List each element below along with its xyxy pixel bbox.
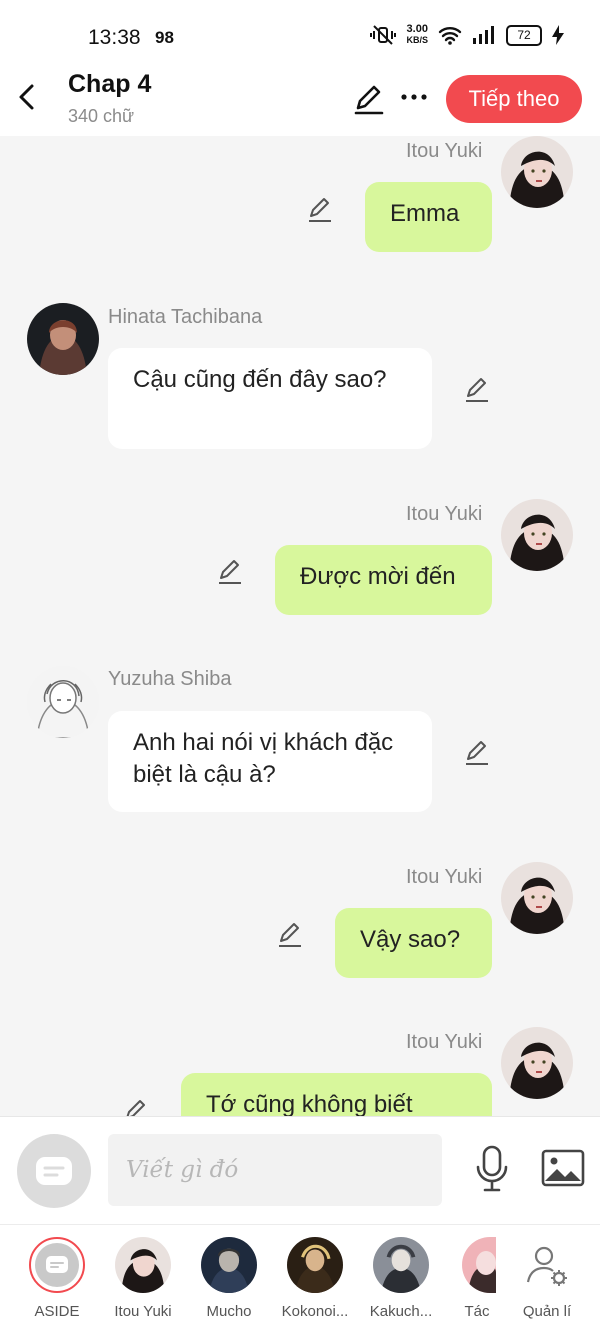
speaker-name: Hinata Tachibana <box>108 306 263 328</box>
image-icon[interactable] <box>541 1149 585 1187</box>
status-icons: 3.00 KB/S 72 <box>370 24 564 46</box>
edit-pen-icon[interactable] <box>276 921 304 949</box>
network-speed-unit: KB/S <box>406 35 428 45</box>
avatar <box>201 1237 257 1293</box>
tab-tac[interactable]: Tác <box>444 1237 510 1320</box>
message-bubble[interactable]: Anh hai nói vị khách đặc biệt là cậu à? <box>108 711 432 812</box>
chat-bubble-icon <box>36 1157 72 1185</box>
avatar-yuzuha-shiba[interactable] <box>27 666 99 738</box>
tab-kakucho[interactable]: Kakuch... <box>358 1237 444 1320</box>
tab-mucho[interactable]: Mucho <box>186 1237 272 1320</box>
message-composer: Viết gì đó <box>0 1116 600 1225</box>
status-bar: 13:38 98 3.00 KB/S 72 <box>0 0 600 70</box>
tab-label: Tác <box>464 1303 490 1320</box>
speaker-name: Itou Yuki <box>406 140 483 162</box>
edit-pen-icon[interactable] <box>122 1098 150 1116</box>
chapter-title: Chap 4 <box>68 70 152 98</box>
tab-label: ASIDE <box>34 1303 80 1320</box>
back-arrow-icon[interactable] <box>14 82 42 112</box>
tab-kokonoi[interactable]: Kokonoi... <box>272 1237 358 1320</box>
microphone-icon[interactable] <box>474 1145 510 1193</box>
aside-icon <box>29 1237 85 1293</box>
tab-label: Mucho <box>206 1303 252 1320</box>
avatar <box>115 1237 171 1293</box>
tab-label: Itou Yuki <box>114 1303 172 1320</box>
chapter-header: Chap 4 340 chữ Tiếp theo <box>0 70 600 136</box>
tab-label: Quản lí <box>522 1303 572 1320</box>
status-badge: 98 <box>155 28 174 47</box>
avatar <box>462 1237 496 1293</box>
tab-itou-yuki[interactable]: Itou Yuki <box>100 1237 186 1320</box>
edit-pen-icon[interactable] <box>306 196 334 224</box>
wifi-icon <box>438 27 462 45</box>
edit-pen-icon[interactable] <box>216 558 244 586</box>
avatar <box>287 1237 343 1293</box>
network-speed-value: 3.00 <box>406 23 428 35</box>
tab-label: Kakuch... <box>369 1303 433 1320</box>
avatar-itou-yuki[interactable] <box>501 499 573 571</box>
avatar <box>373 1237 429 1293</box>
signal-icon <box>473 26 494 44</box>
speaker-name: Itou Yuki <box>406 866 483 888</box>
edit-pen-icon[interactable] <box>463 739 491 767</box>
more-options-icon[interactable] <box>398 82 430 112</box>
speaker-name: Yuzuha Shiba <box>108 668 232 690</box>
message-bubble[interactable]: Emma <box>365 182 492 252</box>
battery-indicator: 72 <box>506 24 542 46</box>
message-input[interactable]: Viết gì đó <box>108 1134 442 1206</box>
speaker-name: Itou Yuki <box>406 503 483 525</box>
network-speed: 3.00 KB/S <box>406 24 428 46</box>
character-bar: ASIDE Itou Yuki Mucho Kokonoi... Kakuch.… <box>0 1224 600 1334</box>
word-count: 340 chữ <box>68 106 135 126</box>
tab-manage[interactable]: Quản lí <box>504 1237 590 1320</box>
avatar-itou-yuki[interactable] <box>501 862 573 934</box>
tab-label: Kokonoi... <box>281 1303 349 1320</box>
aside-toggle-button[interactable] <box>17 1134 91 1208</box>
avatar-itou-yuki[interactable] <box>501 1027 573 1099</box>
edit-pen-icon[interactable] <box>352 82 386 116</box>
avatar-itou-yuki[interactable] <box>501 136 573 208</box>
speaker-name: Itou Yuki <box>406 1031 483 1053</box>
tab-aside[interactable]: ASIDE <box>14 1237 100 1320</box>
avatar-hinata-tachibana[interactable] <box>27 303 99 375</box>
message-bubble[interactable]: Vậy sao? <box>335 908 492 978</box>
mute-vibrate-icon <box>370 25 397 45</box>
edit-pen-icon[interactable] <box>463 376 491 404</box>
next-chapter-button[interactable]: Tiếp theo <box>446 75 582 123</box>
chat-area[interactable]: Itou Yuki Emma Hinata Tachibana Cậu cũng… <box>0 136 600 1116</box>
manage-user-gear-icon <box>519 1237 575 1293</box>
charging-icon <box>552 25 564 45</box>
message-bubble[interactable]: Tớ cũng không biết <box>181 1073 492 1116</box>
message-bubble[interactable]: Được mời đến <box>275 545 492 615</box>
message-bubble[interactable]: Cậu cũng đến đây sao? <box>108 348 432 449</box>
status-time: 13:38 <box>88 26 141 49</box>
